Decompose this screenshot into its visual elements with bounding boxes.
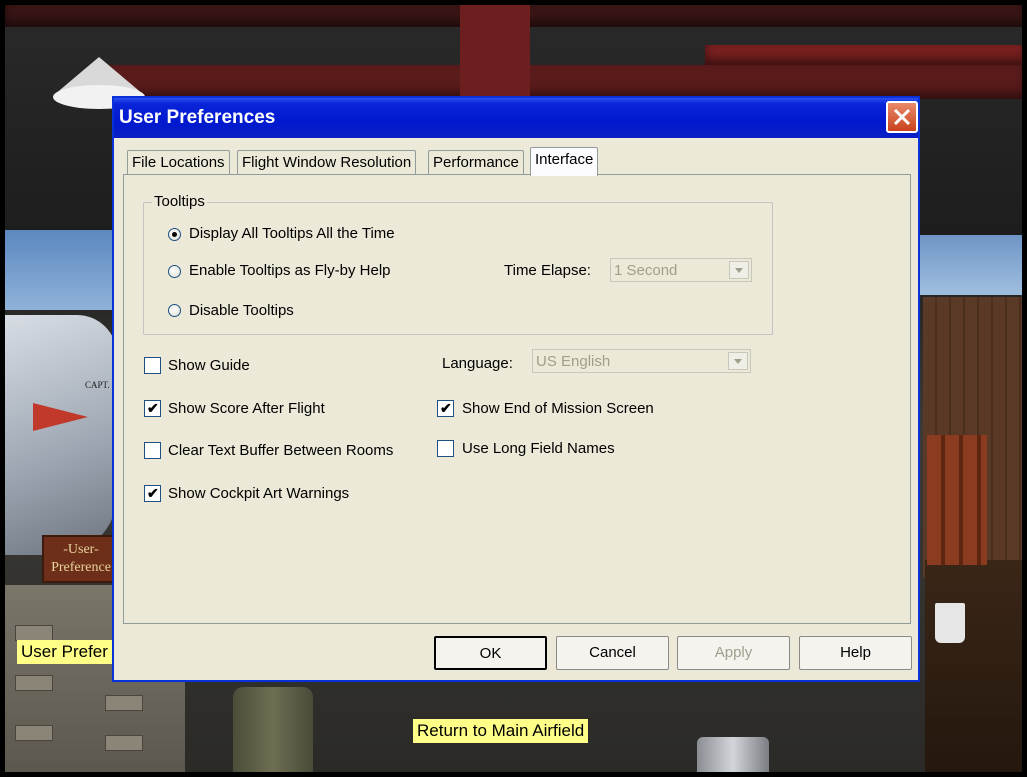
dialog-title: User Preferences [119,107,276,128]
use-long-field-names-checkbox[interactable] [437,440,454,457]
display-all-tooltips-radio[interactable] [168,228,181,241]
clear-text-buffer-label[interactable]: Clear Text Buffer Between Rooms [168,442,393,459]
time-elapse-select: 1 Second [610,258,752,282]
mug [935,603,965,643]
roof-beam [460,5,530,101]
close-button[interactable] [886,101,918,133]
user-preferences-hover-label: User Prefer [17,640,112,664]
clear-text-buffer-checkbox[interactable] [144,442,161,459]
tab-file-locations[interactable]: File Locations [127,150,230,176]
close-icon [893,108,911,126]
pilot-figure [233,687,313,772]
desk [925,560,1022,772]
cabinet-drawer [15,625,53,641]
plane-star-icon [33,403,88,431]
chevron-down-icon [728,352,748,370]
cabinet-drawer [15,675,53,691]
disable-tooltips-label[interactable]: Disable Tooltips [189,302,294,319]
checkmark-icon: ✔ [147,485,159,501]
user-preferences-dialog: User Preferences File Locations Flight W… [112,96,920,682]
window-sky [917,235,1022,295]
show-end-of-mission-label[interactable]: Show End of Mission Screen [462,400,654,417]
show-score-after-flight-label[interactable]: Show Score After Flight [168,400,325,417]
bookshelf [927,435,987,565]
cancel-button[interactable]: Cancel [556,636,669,670]
roof-beam [705,45,1022,65]
language-label: Language: [442,355,513,372]
time-elapse-label: Time Elapse: [504,262,591,279]
roof-beam [105,65,1022,99]
interface-tab-panel: Tooltips Display All Tooltips All the Ti… [123,174,911,624]
tab-flight-window-resolution[interactable]: Flight Window Resolution [237,150,417,176]
cabinet-drawer [105,695,143,711]
show-cockpit-art-warnings-label[interactable]: Show Cockpit Art Warnings [168,485,349,502]
language-value: US English [536,353,611,370]
display-all-tooltips-label[interactable]: Display All Tooltips All the Time [189,225,395,242]
checkmark-icon: ✔ [440,400,452,416]
show-guide-checkbox[interactable] [144,357,161,374]
enable-tooltips-flyby-label[interactable]: Enable Tooltips as Fly-by Help [189,262,391,279]
tooltips-group-legend: Tooltips [152,193,207,210]
use-long-field-names-label[interactable]: Use Long Field Names [462,440,615,457]
user-preferences-sign[interactable]: -User- Preference [42,535,120,583]
return-to-main-airfield-link[interactable]: Return to Main Airfield [413,719,589,743]
tooltips-group: Tooltips Display All Tooltips All the Ti… [143,193,773,335]
cabinet-drawer [15,725,53,741]
disable-tooltips-radio[interactable] [168,304,181,317]
chevron-down-icon [729,261,749,279]
tab-interface[interactable]: Interface [530,147,599,176]
help-button[interactable]: Help [799,636,912,670]
airplane [5,315,117,555]
plane-marking: CAPT. [85,380,110,390]
checkmark-icon: ✔ [147,400,159,416]
show-end-of-mission-checkbox[interactable]: ✔ [437,400,454,417]
apply-button[interactable]: Apply [677,636,790,670]
tab-performance[interactable]: Performance [428,150,524,176]
dialog-titlebar[interactable]: User Preferences [114,98,918,138]
time-elapse-value: 1 Second [614,262,678,279]
show-score-after-flight-checkbox[interactable]: ✔ [144,400,161,417]
show-guide-label[interactable]: Show Guide [168,357,250,374]
ok-button[interactable]: OK [434,636,547,670]
enable-tooltips-flyby-radio[interactable] [168,265,181,278]
trash-bin [697,737,769,772]
cabinet-drawer [105,735,143,751]
language-select: US English [532,349,751,373]
show-cockpit-art-warnings-checkbox[interactable]: ✔ [144,485,161,502]
